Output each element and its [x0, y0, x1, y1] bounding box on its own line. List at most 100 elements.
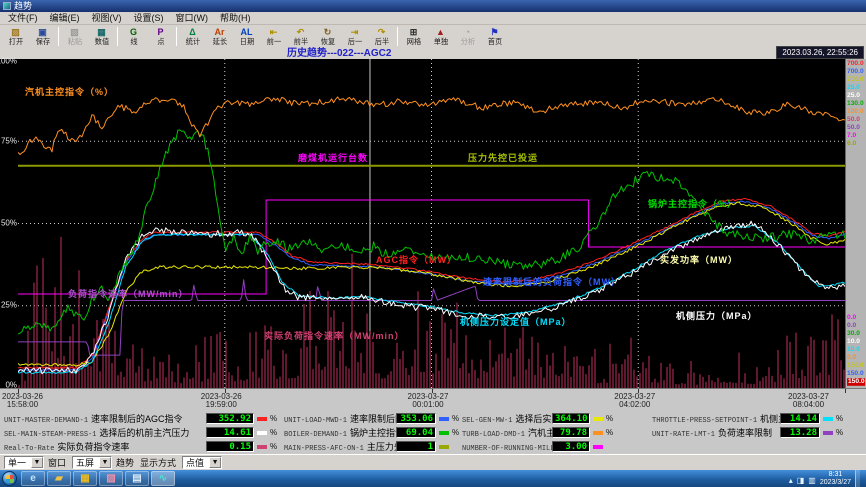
curve-label-1: 磨煤机运行台数 [298, 151, 368, 164]
taskbar-app-ie[interactable]: e [21, 471, 45, 486]
chevron-down-icon[interactable]: ▼ [209, 457, 221, 468]
point-value-box: 69.04 [396, 427, 436, 438]
legend-row[interactable]: Real-To-Rate实际负荷指令速率0.15% [4, 440, 286, 453]
right-axis-min-values: 0.00.030.010.010.00.0150.0150.0150.0 [847, 314, 866, 386]
curve-label-7: 负荷指令速率（MW/min） [68, 287, 189, 300]
toolbar-button-6[interactable]: Δ统计 [179, 25, 206, 48]
toolbar-button-14[interactable]: ⊞网格 [400, 25, 427, 48]
menu-item-2[interactable]: 视图(V) [86, 12, 128, 24]
point-description: 机侧主汽压力设定值 [760, 414, 780, 424]
point-description: 负荷速率限制 [718, 428, 772, 438]
pen-color-swatch [257, 445, 267, 449]
toolbar-button-7[interactable]: Ar延长 [206, 25, 233, 48]
legend-row[interactable]: UNIT-LOAD-MWD-1速率限制后的MW指令（不包含一次调频）353.06… [284, 412, 468, 425]
right-axis-value: 150.0 [847, 370, 865, 378]
legend-row[interactable]: SEL-MAIN-STEAM-PRESS-1选择后的机前主汽压力14.61% [4, 426, 286, 439]
legend-row[interactable]: MAIN-PRESS-AFC-ON-1主压力先控已投运1 [284, 440, 468, 453]
toolbar-button-13[interactable]: ↷后半 [368, 25, 395, 48]
taskbar-app-clipboard[interactable]: ▤ [125, 471, 149, 486]
taskbar-app-viewer[interactable]: ▨ [99, 471, 123, 486]
toolbar-button-8[interactable]: AL日期 [233, 25, 260, 48]
point-value-box: 353.06 [396, 413, 436, 424]
ie-icon: e [30, 473, 36, 484]
toolbar-button-5[interactable]: P点 [147, 25, 174, 48]
toolbar-button-16: ◔分析 [454, 25, 481, 48]
right-axis-value: 700.0 [847, 68, 865, 76]
toolbar-button-17[interactable]: ⚑首页 [481, 25, 508, 48]
tray-icon-1[interactable]: ◨ [797, 476, 805, 485]
right-axis-value: 50.0 [847, 116, 865, 124]
legend-row[interactable]: SEL-GEN-MW-1选择后实发功率364.10% [462, 412, 622, 425]
start-button[interactable] [2, 471, 17, 486]
title-bar[interactable]: 趋势 [0, 0, 866, 12]
plot-area[interactable]: 汽机主控指令（%）磨煤机运行台数压力先控已投运锅炉主控指令（%）AGC指令（MW… [18, 59, 845, 388]
right-axis-value: 50.0 [847, 124, 865, 132]
point-unit: % [836, 414, 843, 423]
toolbar-button-label: 分析 [460, 37, 474, 45]
pen-color-swatch [439, 445, 449, 449]
point-tag: BOILER-DEMAND-1 [284, 431, 347, 439]
point-value-box: 364.10 [552, 413, 590, 424]
taskbar-app-trend[interactable]: ∿ [151, 471, 175, 486]
toolbar-button-4[interactable]: G线 [120, 25, 147, 48]
point-description: 实际负荷指令速率 [57, 442, 129, 452]
pen-color-swatch [593, 431, 603, 435]
point-unit: % [606, 414, 613, 423]
point-tag: SEL-MAIN-STEAM-PRESS-1 [4, 431, 96, 439]
right-axis-value: 6.0 [847, 140, 865, 148]
screen-combobox[interactable]: 五屏 ▼ [72, 456, 112, 469]
legend-point-name: SEL-MAIN-STEAM-PRESS-1选择后的机前主汽压力 [4, 426, 206, 439]
y-axis-label: 50% [1, 219, 17, 228]
legend-row[interactable]: UNIT-MASTER-DEMAND-1速率限制后的AGC指令352.92% [4, 412, 286, 425]
toolbar-button-11[interactable]: ↻恢复 [314, 25, 341, 48]
display-mode-combobox[interactable]: 点值 ▼ [182, 456, 222, 469]
point-description: 锅炉主控指令 [350, 428, 396, 438]
线-icon: G [130, 28, 137, 37]
clipboard-icon: ▤ [132, 473, 141, 484]
trend-chart[interactable]: 100%75%50%25%0% 汽机主控指令（%）磨煤机运行台数压力先控已投运锅… [0, 59, 866, 388]
tray-icon-0[interactable]: ▴ [789, 476, 793, 485]
legend-row[interactable]: THROTTLE-PRESS-SETPOINT-1机侧主汽压力设定值14.14% [652, 412, 852, 425]
menu-item-4[interactable]: 窗口(W) [170, 12, 215, 24]
curve-label-0: 汽机主控指令（%） [25, 85, 114, 98]
menu-item-5[interactable]: 帮助(H) [214, 12, 257, 24]
taskbar-app-folder[interactable]: ▰ [47, 471, 71, 486]
point-tag: SEL-GEN-MW-1 [462, 417, 512, 425]
toolbar-button-12[interactable]: ⇥后一 [341, 25, 368, 48]
chevron-down-icon[interactable]: ▼ [31, 457, 43, 468]
chevron-down-icon[interactable]: ▼ [99, 457, 111, 468]
point-value-box: 79.78 [552, 427, 590, 438]
menu-item-3[interactable]: 设置(S) [128, 12, 170, 24]
toolbar-button-0[interactable]: ▨打开 [2, 25, 29, 48]
point-tag: UNIT-MASTER-DEMAND-1 [4, 417, 88, 425]
toolbar-button-15[interactable]: ▲单独 [427, 25, 454, 48]
legend-point-name: THROTTLE-PRESS-SETPOINT-1机侧主汽压力设定值 [652, 412, 780, 425]
pen-color-swatch [257, 431, 267, 435]
taskbar-apps: e ▰ ▦ ▨ ▤ ∿ [21, 471, 177, 486]
point-unit: % [270, 414, 277, 423]
legend-row[interactable]: BOILER-DEMAND-1锅炉主控指令69.04% [284, 426, 468, 439]
taskbar-app-toolbox[interactable]: ▦ [73, 471, 97, 486]
pen-color-swatch [593, 417, 603, 421]
taskbar-clock[interactable]: 8:31 2023/3/27 [820, 471, 851, 487]
tray-icon-2[interactable]: ▥ [808, 476, 816, 485]
point-description: 速率限制后的AGC指令 [91, 414, 183, 424]
toolbar: ▨打开▣保存 ▧粘贴 ▦数值G线P点Δ统计Ar延长AL日期⇤前一↶前半↻恢复⇥后一↷… [0, 25, 866, 48]
legend-row[interactable]: UNIT-RATE-LMT-1负荷速率限制13.28% [652, 426, 852, 439]
toolbar-button-10[interactable]: ↶前半 [287, 25, 314, 48]
menu-item-1[interactable]: 编辑(E) [44, 12, 86, 24]
x-axis-label: 2023-03-2619:59:00 [201, 393, 242, 409]
point-value-box: 0.15 [206, 441, 254, 452]
toolbar-button-1[interactable]: ▣保存 [29, 25, 56, 48]
menu-item-0[interactable]: 文件(F) [2, 12, 44, 24]
legend-row[interactable]: TURB-LOAD-DMD-1汽机主控指令79.78% [462, 426, 622, 439]
toolbar-button-3[interactable]: ▦数值 [88, 25, 115, 48]
打开-icon: ▨ [11, 28, 20, 37]
toolbar-button-label: 粘贴 [67, 37, 81, 45]
legend-row[interactable]: NUMBER-OF-RUNNING-MILL-1磨煤机运行台数3.00 [462, 440, 622, 453]
toolbox-icon: ▦ [80, 473, 89, 484]
粘贴-icon: ▧ [70, 28, 79, 37]
show-desktop-button[interactable] [855, 470, 860, 487]
view-combobox[interactable]: 单一 ▼ [4, 456, 44, 469]
toolbar-button-9[interactable]: ⇤前一 [260, 25, 287, 48]
